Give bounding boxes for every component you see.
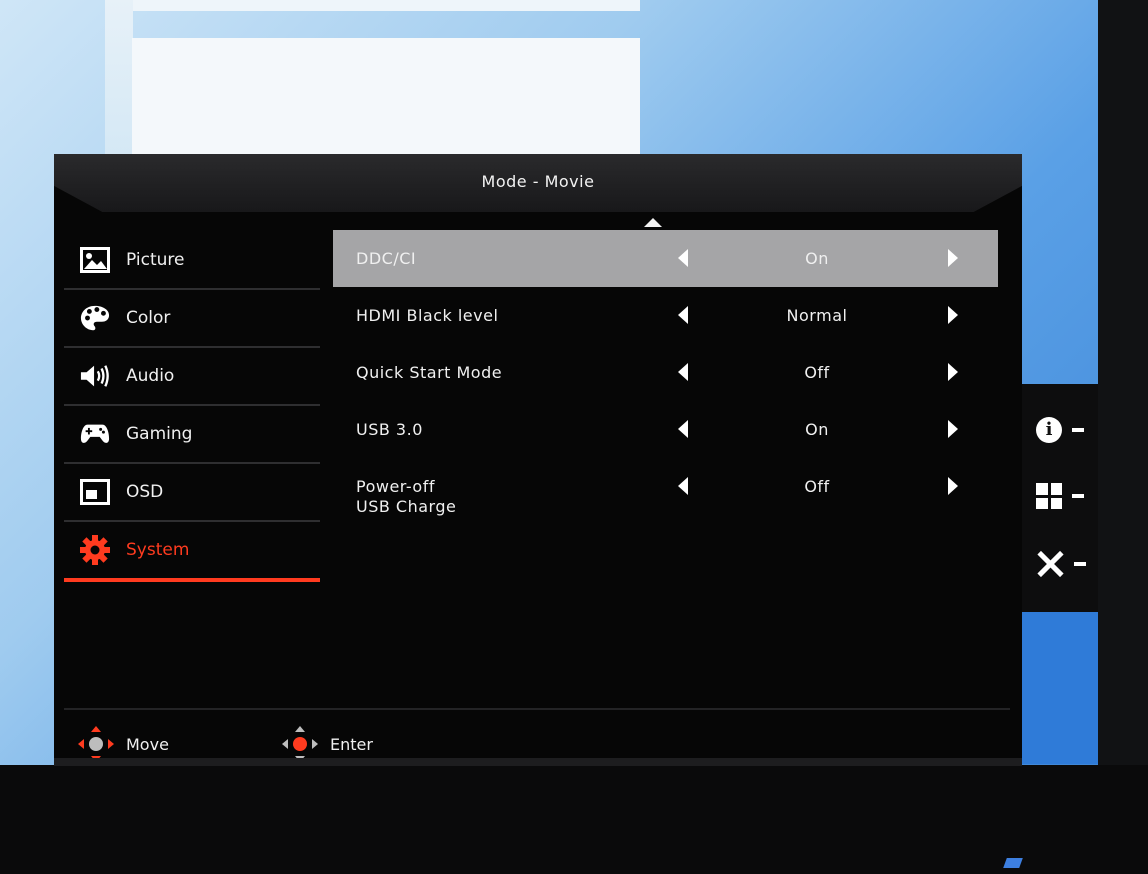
setting-label-line1: Power-off	[356, 477, 435, 496]
sidebar-item-label: System	[126, 540, 190, 560]
scroll-up-icon[interactable]	[644, 218, 662, 227]
sidebar-item-label: Gaming	[126, 424, 193, 444]
exit-key[interactable]	[1036, 544, 1092, 584]
osd-sidebar: Picture Color Audio Gaming OSD System	[64, 232, 320, 582]
sidebar-item-label: OSD	[126, 482, 164, 502]
setting-label: HDMI Black level	[356, 306, 499, 325]
footer-enter-hint: Enter	[282, 726, 373, 762]
side-key-panel: i	[1022, 384, 1098, 612]
speaker-icon	[80, 361, 110, 391]
joystick-move-icon	[78, 726, 114, 762]
decrease-arrow-icon[interactable]	[678, 420, 688, 438]
sidebar-item-gaming[interactable]: Gaming	[64, 406, 320, 464]
settings-list: DDC/CI On HDMI Black level Normal Quick …	[333, 230, 998, 517]
footer-enter-label: Enter	[330, 734, 373, 754]
setting-label-line2: USB Charge	[356, 497, 457, 516]
monitor-bezel-right	[1098, 0, 1148, 874]
window-pane-top	[132, 0, 640, 11]
sidebar-item-label: Color	[126, 308, 171, 328]
footer-move-label: Move	[126, 734, 169, 754]
decrease-arrow-icon[interactable]	[678, 477, 688, 495]
increase-arrow-icon[interactable]	[948, 420, 958, 438]
close-icon	[1036, 550, 1064, 578]
key-dash	[1072, 494, 1084, 498]
info-key[interactable]: i	[1036, 410, 1092, 450]
grid-icon	[1036, 483, 1062, 509]
increase-arrow-icon[interactable]	[948, 249, 958, 267]
setting-label: Power-off USB Charge	[356, 477, 656, 517]
sidebar-item-system[interactable]: System	[64, 522, 320, 582]
joystick-enter-icon	[282, 726, 318, 762]
footer-divider	[64, 708, 1010, 710]
window-pane-bar	[105, 0, 133, 160]
sidebar-item-audio[interactable]: Audio	[64, 348, 320, 406]
osd-title: Mode - Movie	[481, 172, 595, 191]
setting-row-quick-start-mode[interactable]: Quick Start Mode Off	[333, 344, 998, 401]
decrease-arrow-icon[interactable]	[678, 363, 688, 381]
picture-icon	[80, 245, 110, 275]
decrease-arrow-icon[interactable]	[678, 306, 688, 324]
sidebar-item-label: Picture	[126, 250, 185, 270]
gamepad-icon	[80, 419, 110, 449]
setting-row-power-off-usb-charge[interactable]: Power-off USB Charge Off	[333, 458, 998, 517]
setting-label: USB 3.0	[356, 420, 423, 439]
setting-row-usb-3[interactable]: USB 3.0 On	[333, 401, 998, 458]
key-dash	[1074, 562, 1086, 566]
setting-label: Quick Start Mode	[356, 363, 503, 382]
osd-bottom-strip	[54, 758, 1022, 766]
osd-menu: Mode - Movie Picture Color Audio Gaming	[54, 154, 1022, 766]
key-dash	[1072, 428, 1084, 432]
setting-value: Normal	[786, 306, 848, 325]
window-pane-light	[132, 38, 640, 158]
setting-label: DDC/CI	[356, 249, 417, 268]
osd-window-icon	[80, 477, 110, 507]
increase-arrow-icon[interactable]	[948, 363, 958, 381]
footer-move-hint: Move	[78, 726, 169, 762]
sidebar-item-osd[interactable]: OSD	[64, 464, 320, 522]
setting-value: On	[805, 420, 829, 439]
sidebar-item-color[interactable]: Color	[64, 290, 320, 348]
setting-value: Off	[804, 477, 830, 496]
decrease-arrow-icon[interactable]	[678, 249, 688, 267]
gear-icon	[80, 535, 110, 565]
monitor-bezel-bottom	[0, 765, 1148, 874]
setting-value: On	[805, 249, 829, 268]
setting-value: Off	[804, 363, 830, 382]
menu-key[interactable]	[1036, 476, 1092, 516]
wallpaper-edge	[1022, 612, 1098, 764]
setting-row-ddc-ci[interactable]: DDC/CI On	[333, 230, 998, 287]
increase-arrow-icon[interactable]	[948, 477, 958, 495]
increase-arrow-icon[interactable]	[948, 306, 958, 324]
sidebar-item-label: Audio	[126, 366, 175, 386]
palette-icon	[80, 303, 110, 333]
setting-row-hdmi-black-level[interactable]: HDMI Black level Normal	[333, 287, 998, 344]
sidebar-item-picture[interactable]: Picture	[64, 232, 320, 290]
info-icon: i	[1036, 417, 1062, 443]
